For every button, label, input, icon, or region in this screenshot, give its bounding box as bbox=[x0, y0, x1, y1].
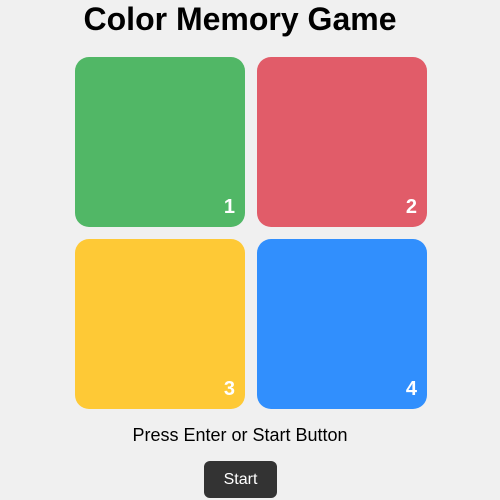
page-title: Color Memory Game bbox=[83, 1, 397, 37]
color-board: 1 2 3 4 bbox=[75, 57, 427, 409]
tile-number: 4 bbox=[405, 378, 417, 400]
instructions-text: Press Enter or Start Button bbox=[132, 425, 348, 445]
tile-number: 1 bbox=[223, 196, 235, 218]
tile-2[interactable]: 2 bbox=[257, 57, 427, 227]
game-page: Color Memory Game 1 2 3 4 Press Enter or… bbox=[0, 0, 500, 500]
tile-number: 2 bbox=[405, 196, 417, 218]
tile-3[interactable]: 3 bbox=[75, 239, 245, 409]
tile-1[interactable]: 1 bbox=[75, 57, 245, 227]
tile-4[interactable]: 4 bbox=[257, 239, 427, 409]
start-button[interactable]: Start bbox=[204, 461, 277, 498]
tile-number: 3 bbox=[223, 378, 235, 400]
